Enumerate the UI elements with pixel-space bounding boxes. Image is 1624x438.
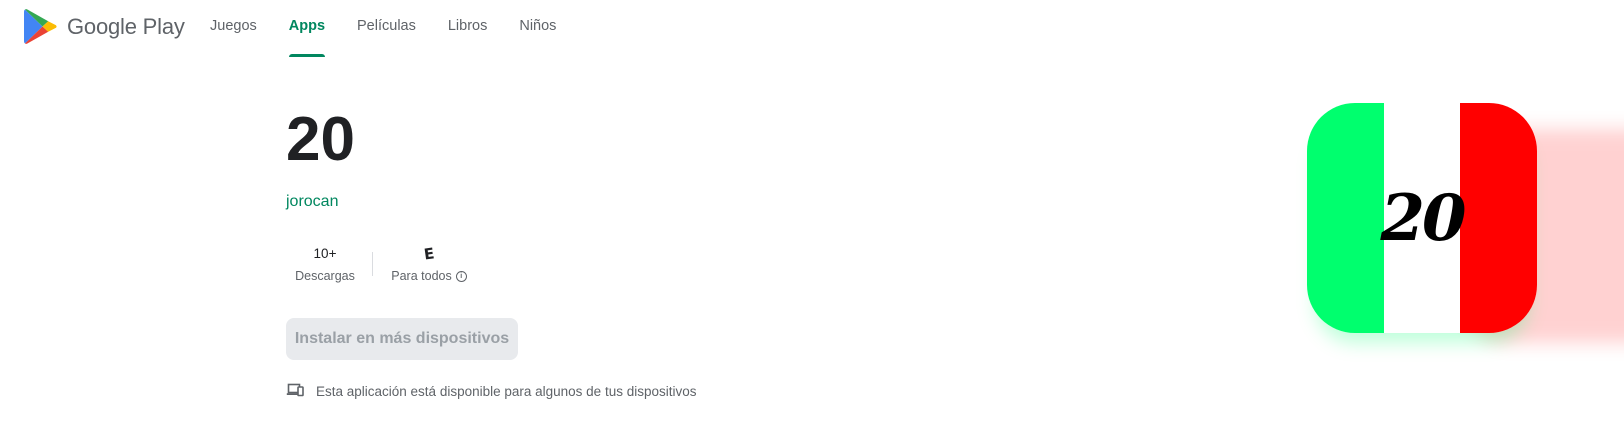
nav-tab-peliculas[interactable]: Películas — [341, 0, 432, 58]
nav-tab-apps[interactable]: Apps — [273, 0, 341, 58]
content-rating-badge: E — [423, 244, 435, 264]
availability-text: Esta aplicación está disponible para alg… — [316, 384, 697, 399]
app-title: 20 — [286, 105, 355, 174]
content-rating-stat[interactable]: E Para todos i — [381, 244, 477, 283]
rating-e-icon: E — [423, 244, 435, 264]
content-rating-label: Para todos i — [391, 269, 467, 283]
downloads-label: Descargas — [295, 269, 355, 283]
google-play-logo[interactable]: Google Play — [24, 8, 185, 45]
stat-divider — [372, 252, 373, 276]
availability-note: Esta aplicación está disponible para alg… — [286, 382, 697, 401]
app-icon: 20 — [1307, 103, 1537, 333]
downloads-value: 10+ — [313, 246, 337, 261]
app-icon-text: 20 — [1380, 180, 1466, 256]
downloads-label-text: Descargas — [295, 269, 355, 283]
brand-name: Google Play — [67, 13, 185, 39]
top-bar: Google Play Juegos Apps Películas Libros… — [0, 0, 1624, 58]
main-nav: Juegos Apps Películas Libros Niños — [194, 0, 572, 58]
downloads-stat: 10+ Descargas — [286, 244, 364, 283]
info-icon[interactable]: i — [455, 270, 467, 282]
developer-link[interactable]: jorocan — [286, 193, 338, 211]
devices-icon — [286, 382, 316, 401]
app-stats: 10+ Descargas E Para todos i — [286, 244, 477, 283]
content-rating-text: Para todos — [391, 269, 452, 283]
nav-tab-libros[interactable]: Libros — [432, 0, 504, 58]
nav-tab-ninos[interactable]: Niños — [503, 0, 572, 58]
google-play-logo-icon — [24, 8, 58, 45]
install-button[interactable]: Instalar en más dispositivos — [286, 318, 518, 360]
nav-tab-juegos[interactable]: Juegos — [194, 0, 273, 58]
